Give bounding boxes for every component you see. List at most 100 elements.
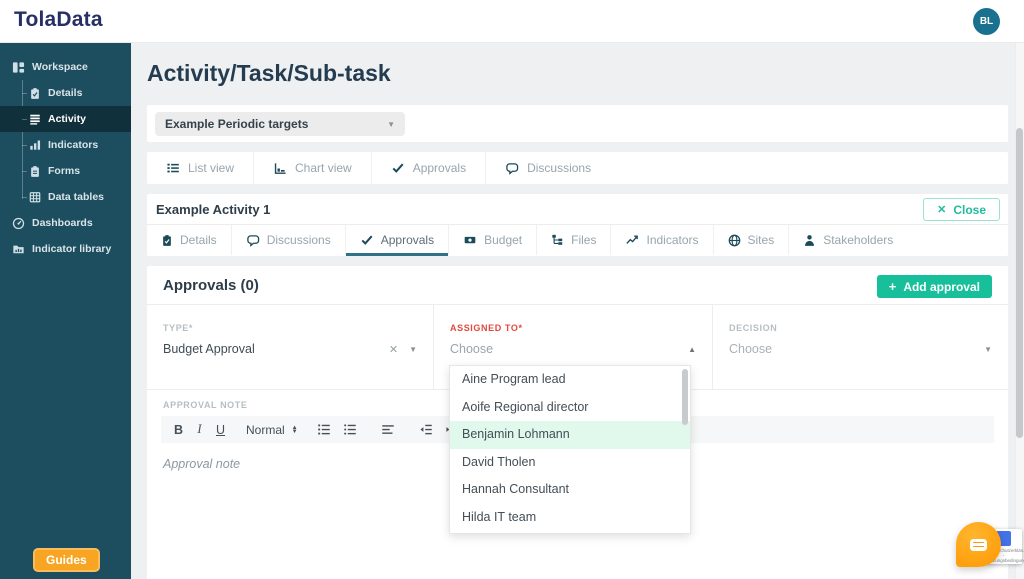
sidebar-item-forms[interactable]: Forms <box>0 158 131 184</box>
workspace-icon <box>12 61 25 74</box>
person-icon <box>803 234 816 247</box>
chart-view-icon <box>273 162 287 175</box>
dropdown-scrollbar-thumb[interactable] <box>682 369 688 425</box>
sidebar-item-indicator-library[interactable]: Indicator library <box>0 236 131 262</box>
chevron-down-icon: ▼ <box>984 344 992 354</box>
forms-icon <box>29 165 41 178</box>
sidebar-item-dashboards[interactable]: Dashboards <box>0 210 131 236</box>
top-header: TolaData BL <box>0 0 1024 43</box>
sidebar-item-label: Details <box>48 87 83 99</box>
type-select[interactable]: Budget Approval ✕ ▼ <box>163 342 417 356</box>
check-icon <box>360 234 374 246</box>
bullet-list-button[interactable] <box>338 423 362 436</box>
files-icon <box>551 234 564 246</box>
add-approval-label: Add approval <box>903 279 980 294</box>
clear-icon[interactable]: ✕ <box>389 343 398 356</box>
dropdown-option[interactable]: Hannah Consultant <box>450 476 690 504</box>
paragraph-style-value: Normal <box>246 422 285 437</box>
sidebar-item-workspace[interactable]: Workspace <box>0 54 131 80</box>
approvals-heading: Approvals (0) <box>163 276 259 294</box>
toladata-logo[interactable]: TolaData <box>14 8 103 32</box>
bold-button[interactable]: B <box>169 421 188 439</box>
plus-icon: + <box>888 279 897 294</box>
indicator-library-icon <box>12 243 25 255</box>
chevron-down-icon[interactable]: ▼ <box>409 345 417 354</box>
guides-button[interactable]: Guides <box>33 548 100 572</box>
discussions-icon <box>505 162 519 175</box>
assigned-to-label: ASSIGNED TO* <box>450 323 523 333</box>
globe-icon <box>728 234 741 247</box>
tab-list-view[interactable]: List view <box>147 152 255 184</box>
tab-label: Approvals <box>412 161 467 175</box>
data-tables-icon <box>29 191 41 203</box>
tab-discussions[interactable]: Discussions <box>232 225 346 255</box>
program-selector-card: Example Periodic targets ▼ <box>147 105 1008 142</box>
view-tabs-bar: List view Chart view Approvals Discussio… <box>147 152 1008 184</box>
close-button[interactable]: ✕ Close <box>923 198 1000 221</box>
list-view-icon <box>166 162 180 174</box>
tab-label: Details <box>180 233 217 247</box>
tab-label: Chart view <box>295 161 352 175</box>
sidebar-nav: Workspace Details Activity Indicators Fo <box>0 43 131 579</box>
decision-select[interactable]: Choose ▼ <box>729 342 992 356</box>
tab-label: Sites <box>747 233 775 247</box>
dropdown-option[interactable]: David Tholen <box>450 449 690 477</box>
tab-label: Approvals <box>380 233 435 247</box>
dropdown-option[interactable]: Hilda IT team <box>450 504 690 532</box>
dropdown-option-highlighted[interactable]: Benjamin Lohmann <box>450 421 690 449</box>
tab-stakeholders[interactable]: Stakeholders <box>789 225 907 255</box>
assigned-to-dropdown: Aine Program lead Aoife Regional directo… <box>449 365 691 534</box>
activity-card-header: Example Activity 1 ✕ Close <box>147 194 1008 225</box>
assigned-to-select[interactable]: Choose ▲ <box>450 342 696 356</box>
underline-button[interactable]: U <box>211 421 230 439</box>
approvals-header: Approvals (0) + Add approval <box>147 266 1008 305</box>
user-avatar[interactable]: BL <box>973 8 1000 35</box>
ordered-list-button[interactable] <box>312 423 336 436</box>
dropdown-option[interactable]: Aine Program lead <box>450 366 690 394</box>
tab-budget[interactable]: Budget <box>449 225 538 255</box>
page-scrollbar[interactable] <box>1015 43 1024 579</box>
tab-label: Files <box>571 233 597 247</box>
sidebar-item-label: Dashboards <box>32 217 93 229</box>
outdent-button[interactable] <box>414 423 438 436</box>
program-select[interactable]: Example Periodic targets ▼ <box>155 112 405 136</box>
italic-button[interactable]: I <box>190 420 209 439</box>
dropdown-option-clipped[interactable]: Jana Program lead <box>450 531 690 533</box>
tab-details[interactable]: Details <box>147 225 232 255</box>
sidebar-item-details[interactable]: Details <box>0 80 131 106</box>
tab-files[interactable]: Files <box>537 225 612 255</box>
discussions-icon <box>246 234 260 247</box>
add-approval-button[interactable]: + Add approval <box>876 275 992 298</box>
decision-column: DECISION Choose ▼ <box>713 305 1008 389</box>
indicators-icon <box>29 139 41 151</box>
paragraph-style-select[interactable]: Normal ▲ ▼ <box>246 423 298 437</box>
sidebar-item-label: Forms <box>48 165 81 177</box>
sidebar-item-activity[interactable]: Activity <box>0 106 131 132</box>
sidebar-item-data-tables[interactable]: Data tables <box>0 184 131 210</box>
tab-indicators[interactable]: Indicators <box>611 225 714 255</box>
tab-sites[interactable]: Sites <box>714 225 790 255</box>
tab-approvals[interactable]: Approvals <box>345 225 450 256</box>
close-label: Close <box>953 202 986 217</box>
dashboards-icon <box>12 217 25 230</box>
sidebar-item-indicators[interactable]: Indicators <box>0 132 131 158</box>
tab-chart-view[interactable]: Chart view <box>254 152 372 184</box>
page-scrollbar-thumb[interactable] <box>1016 128 1023 438</box>
dropdown-scrollbar[interactable] <box>680 366 690 533</box>
type-select-value: Budget Approval <box>163 342 255 356</box>
chat-widget-button[interactable] <box>956 522 1001 567</box>
tab-discussions-view[interactable]: Discussions <box>486 152 610 184</box>
check-icon <box>391 162 405 174</box>
assigned-to-placeholder: Choose <box>450 342 494 356</box>
decision-placeholder: Choose <box>729 342 773 356</box>
activity-card: Example Activity 1 ✕ Close Details Discu… <box>147 194 1008 256</box>
tab-label: Stakeholders <box>823 233 894 247</box>
align-button[interactable] <box>376 423 400 436</box>
type-label: TYPE* <box>163 323 194 333</box>
sidebar-item-label: Activity <box>48 113 86 125</box>
tab-label: Indicators <box>646 233 699 247</box>
sidebar-item-label: Workspace <box>32 61 88 73</box>
chevron-up-icon[interactable]: ▲ <box>688 345 696 354</box>
tab-approvals-view[interactable]: Approvals <box>372 152 487 184</box>
dropdown-option[interactable]: Aoife Regional director <box>450 394 690 422</box>
